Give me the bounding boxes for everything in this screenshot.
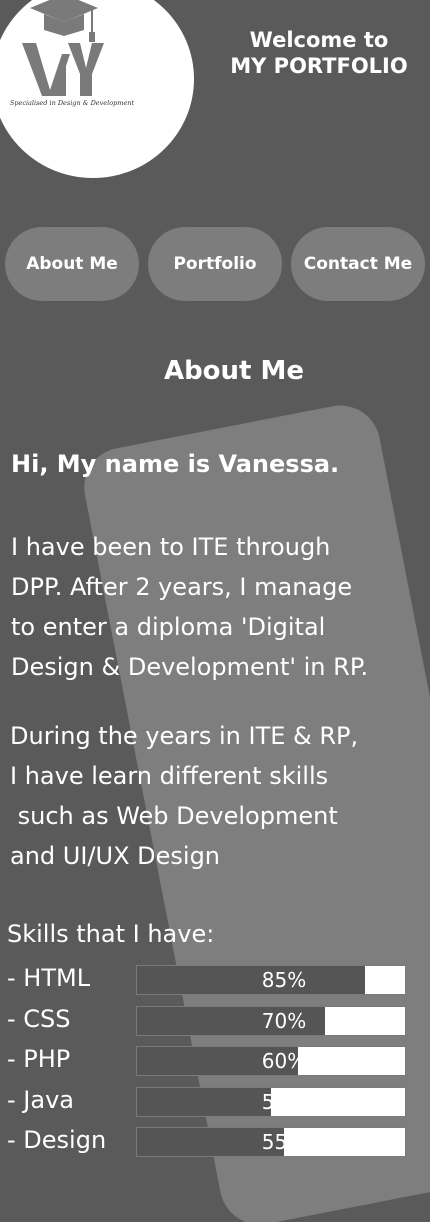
paragraph-line: and UI/UX Design [10, 842, 221, 870]
paragraph-line: Design & Development' in RP. [11, 653, 369, 681]
about-paragraph-1: I have been to ITE through DPP. After 2 … [11, 527, 368, 687]
portfolio-page: Specialised in Design & Development Welc… [0, 0, 430, 1222]
skill-label: - Design [7, 1126, 107, 1154]
paragraph-line: such as Web Development [10, 802, 338, 830]
skill-progress-bar: 85% [136, 965, 406, 995]
skill-percent-label: 50% [261, 1090, 307, 1114]
logo-tagline: Specialised in Design & Development [9, 99, 135, 107]
skills-heading: Skills that I have: [7, 920, 215, 948]
welcome-line-2: MY PORTFOLIO [230, 54, 408, 78]
paragraph-line: I have learn different skills [10, 762, 329, 790]
welcome-heading: Welcome to MY PORTFOLIO [214, 27, 424, 79]
greeting-text: Hi, My name is Vanessa. [11, 450, 340, 478]
skill-label: - PHP [7, 1045, 71, 1073]
skill-progress-bar: 70% [136, 1006, 406, 1036]
skill-progress-bar: 50% [136, 1087, 406, 1117]
skill-percent-label: 85% [261, 968, 307, 992]
skill-row-html: - HTML 85% [0, 962, 430, 996]
about-paragraph-2: During the years in ITE & RP, I have lea… [10, 716, 358, 876]
paragraph-line: During the years in ITE & RP, [10, 722, 359, 750]
nav-portfolio-button[interactable]: Portfolio [148, 227, 282, 301]
paragraph-line: I have been to ITE through [11, 533, 331, 561]
skill-percent-label: 70% [261, 1009, 307, 1033]
skill-row-design: - Design 55% [0, 1124, 430, 1158]
paragraph-line: to enter a diploma 'Digital [11, 613, 326, 641]
skill-progress-bar: 55% [136, 1127, 406, 1157]
nav-about-me-button[interactable]: About Me [5, 227, 139, 301]
skill-progress-bar: 60% [136, 1046, 406, 1076]
nav-contact-me-button[interactable]: Contact Me [291, 227, 425, 301]
skill-percent-label: 55% [261, 1130, 307, 1154]
section-title: About Me [163, 356, 305, 386]
graduation-cap-logo-icon [22, 0, 104, 96]
paragraph-line: DPP. After 2 years, I manage [11, 573, 353, 601]
skill-label: - Java [7, 1086, 74, 1114]
logo[interactable]: Specialised in Design & Development [0, 0, 194, 178]
skill-label: - CSS [7, 1005, 71, 1033]
welcome-line-1: Welcome to [249, 28, 389, 52]
skill-row-php: - PHP 60% [0, 1043, 430, 1077]
skill-label: - HTML [7, 964, 91, 992]
skill-percent-label: 60% [261, 1049, 307, 1073]
skill-row-css: - CSS 70% [0, 1003, 430, 1037]
skill-row-java: - Java 50% [0, 1084, 430, 1118]
